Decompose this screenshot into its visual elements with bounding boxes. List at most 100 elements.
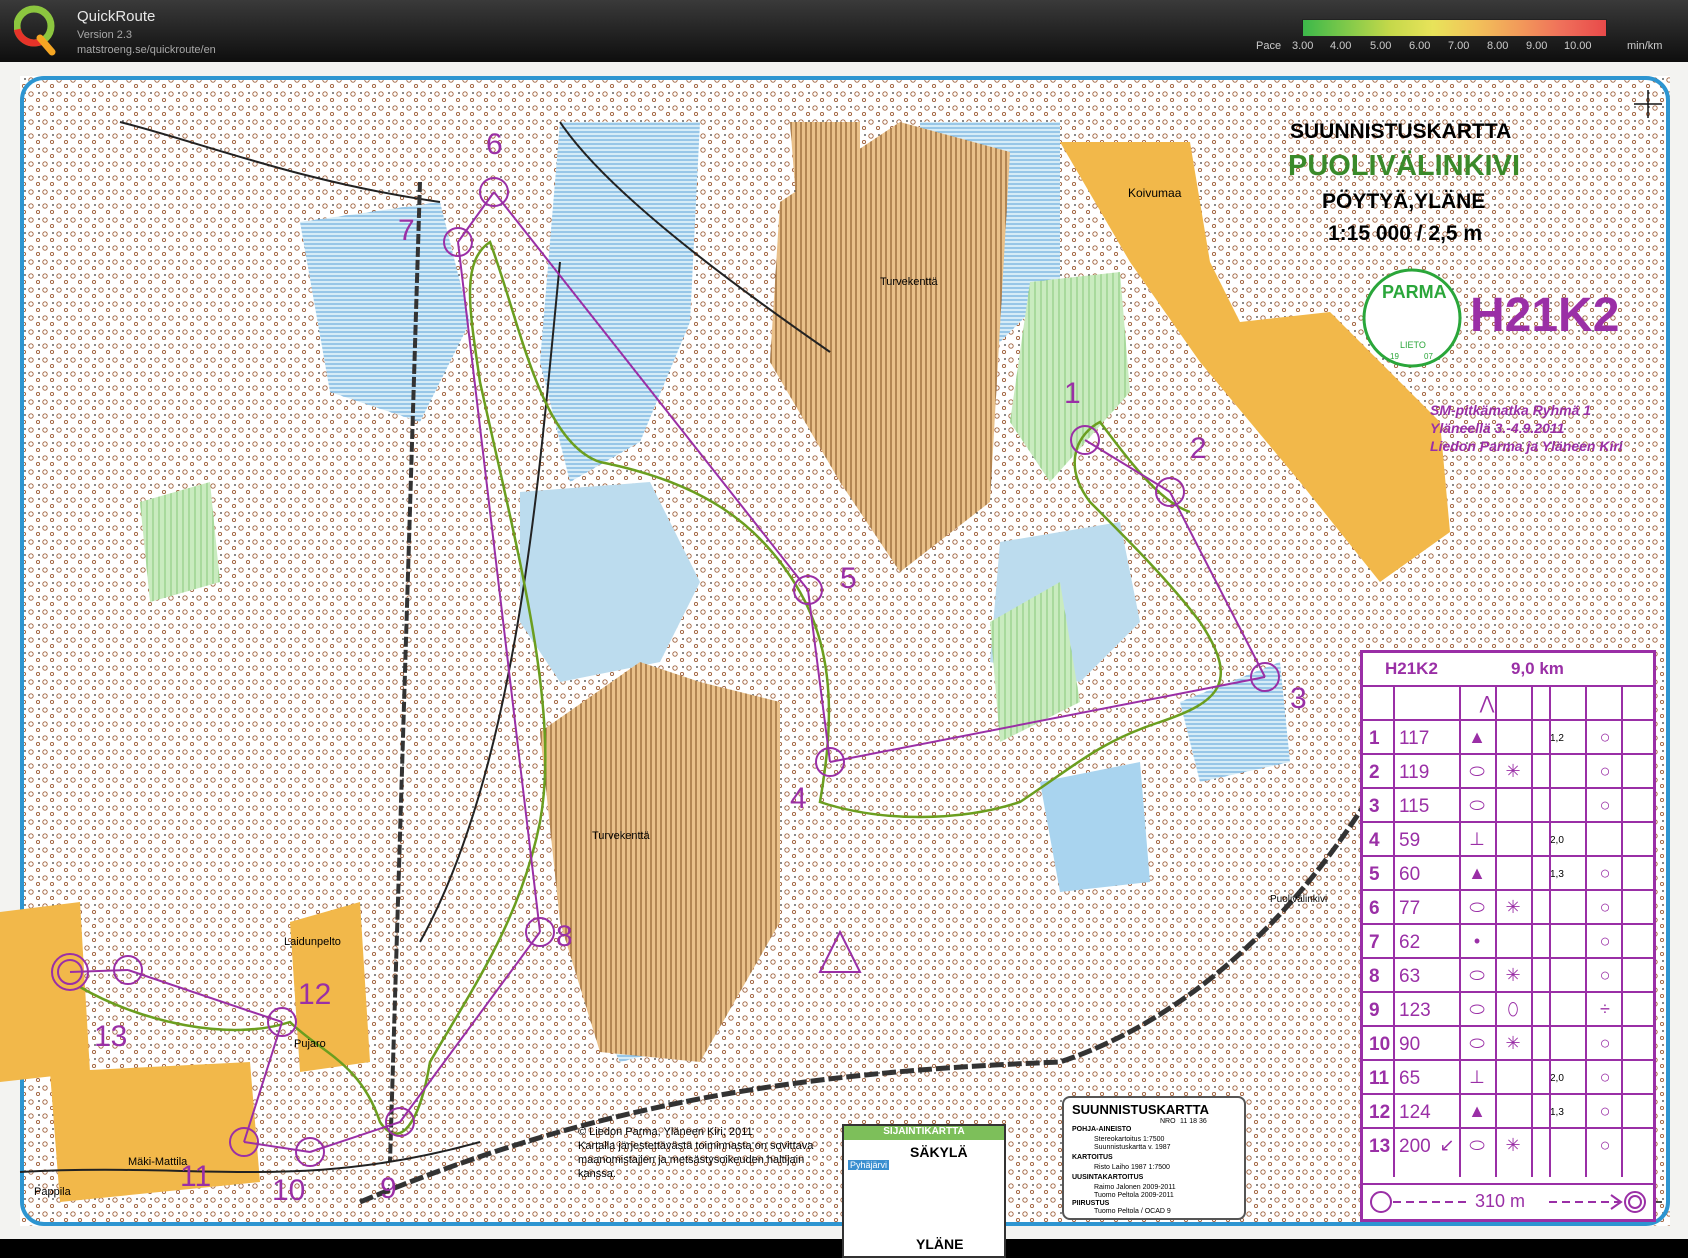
- location-symbol-icon: ○: [1599, 795, 1611, 815]
- legend-value: Suunnistuskartta v. 1987: [1094, 1144, 1171, 1151]
- control-code: 62: [1399, 932, 1421, 953]
- event-line3: Liedon Parma ja Yläneen Kiri: [1430, 438, 1623, 454]
- description-row: 6 77 ⬭ ✳ ○: [1363, 889, 1653, 925]
- pace-tick: 9.00: [1526, 40, 1548, 52]
- locator-town: SÄKYLÄ: [910, 1144, 968, 1160]
- map-name: PUOLIVÄLINKIVI: [1288, 150, 1521, 182]
- control-number: 13: [1369, 1136, 1391, 1157]
- description-row: 8 63 ⬭ ✳ ○: [1363, 957, 1653, 993]
- grid-line: [1393, 687, 1395, 1177]
- control-number: 12: [1369, 1102, 1391, 1123]
- control-code: 60: [1399, 864, 1421, 885]
- locator-title: SIJAINTIKARTTA: [844, 1126, 1004, 1140]
- event-line2: Yläneellä 3.-4.9.2011: [1430, 420, 1565, 436]
- control-number: 10: [1369, 1034, 1391, 1055]
- pace-tick: 4.00: [1330, 40, 1352, 52]
- control-label: 2: [1190, 432, 1207, 465]
- locator-town: YLÄNE: [916, 1236, 964, 1252]
- pace-tick: 7.00: [1448, 40, 1470, 52]
- control-label: 3: [1290, 682, 1307, 715]
- description-row: 5 60 ▲ 1,3 ○: [1363, 855, 1653, 891]
- control-code: 117: [1399, 728, 1430, 749]
- app-header: QuickRoute Version 2.3 matstroeng.se/qui…: [0, 0, 1688, 62]
- control-label: 13: [94, 1020, 128, 1053]
- description-course: H21K2: [1385, 659, 1438, 678]
- control-code: 90: [1399, 1034, 1421, 1055]
- control-number: 4: [1369, 830, 1380, 851]
- appearance-symbol-icon: ⬯: [1507, 999, 1519, 1019]
- feature-symbol-icon: ⬭: [1469, 795, 1485, 815]
- grid-line: [1495, 687, 1497, 1177]
- legend-value: Tuomo Peltola 2009-2011: [1094, 1192, 1174, 1199]
- copyright-line: maanomistajien ja metsästysoikeuden halt…: [578, 1154, 805, 1166]
- app-url-link[interactable]: matstroeng.se/quickroute/en: [77, 44, 216, 56]
- location-symbol-icon: ○: [1599, 1135, 1611, 1155]
- copyright-line: © Liedon Parma, Yläneen Kiri, 2011: [578, 1126, 753, 1138]
- feature-symbol-icon: ▲: [1468, 727, 1486, 747]
- control-label: 1: [1064, 377, 1081, 410]
- copyright-line: Kartalla järjestettävästä toiminnasta on…: [578, 1140, 814, 1152]
- control-label: 5: [840, 562, 857, 595]
- feature-symbol-icon: ⊥: [1469, 829, 1485, 849]
- dimension: 1,3: [1550, 1107, 1564, 1118]
- place-name: Laidunpelto: [284, 936, 341, 948]
- place-name: Pujaro: [294, 1038, 326, 1050]
- legend-nro: 11 18 36: [1180, 1118, 1207, 1125]
- appearance-symbol-icon: ✳: [1505, 897, 1521, 917]
- feature-symbol-icon: ⬭: [1469, 1033, 1485, 1053]
- control-number: 2: [1369, 762, 1380, 783]
- description-finish-row: 310 m: [1363, 1183, 1653, 1219]
- feature-symbol-icon: ▲: [1468, 863, 1486, 883]
- description-row: 10 90 ⬭ ✳ ○: [1363, 1025, 1653, 1061]
- control-number: 8: [1369, 966, 1380, 987]
- legend-value: Tuomo Peltola / OCAD 9: [1094, 1208, 1171, 1215]
- orienteering-map[interactable]: 1 2 3 4 5 6 7 8 9 10 11 12 13 Koivumaa T…: [0, 62, 1688, 1258]
- pace-tick: 6.00: [1409, 40, 1431, 52]
- legend-label: POHJA-AINEISTO: [1072, 1126, 1132, 1133]
- control-code: 200: [1399, 1136, 1431, 1157]
- control-number: 7: [1369, 932, 1380, 953]
- location-symbol-icon: ○: [1599, 1067, 1611, 1087]
- control-code: 123: [1399, 1000, 1431, 1021]
- place-name: Puolivälinkivi: [1270, 894, 1328, 905]
- description-row: 12 124 ▲ 1,3 ○: [1363, 1093, 1653, 1129]
- appearance-symbol-icon: ✳: [1505, 1033, 1521, 1053]
- description-row: 3 115 ⬭ ○: [1363, 787, 1653, 823]
- grid-line: [1621, 687, 1623, 1177]
- control-label: 7: [398, 214, 415, 247]
- dimension: 1,2: [1550, 733, 1564, 744]
- description-row: 2 119 ⬭ ✳ ○: [1363, 753, 1653, 789]
- location-symbol-icon: ○: [1599, 965, 1611, 985]
- club-logo-town: LIETO: [1400, 340, 1426, 350]
- control-number: 11: [1369, 1068, 1390, 1089]
- control-number: 9: [1369, 1000, 1380, 1021]
- description-row: 4 59 ⊥ 2,0: [1363, 821, 1653, 857]
- dimension: 2,0: [1550, 835, 1564, 846]
- legend-label: PIIRUSTUS: [1072, 1200, 1110, 1207]
- control-code: 77: [1399, 898, 1421, 919]
- description-length: 9,0 km: [1511, 659, 1564, 678]
- control-code: 119: [1399, 762, 1430, 783]
- pace-tick: 5.00: [1370, 40, 1392, 52]
- location-symbol-icon: ○: [1599, 897, 1611, 917]
- location-symbol-icon: ○: [1599, 727, 1611, 747]
- pace-color-scale: [1302, 19, 1607, 37]
- app-title: QuickRoute: [77, 8, 156, 25]
- pace-unit: min/km: [1627, 40, 1663, 52]
- appearance-symbol-icon: ✳: [1505, 761, 1521, 781]
- control-label: 10: [272, 1174, 306, 1207]
- legend-value: Risto Laiho 1987 1:7500: [1094, 1164, 1170, 1171]
- map-title-line1: SUUNNISTUSKARTTA: [1290, 120, 1512, 143]
- description-row: 1 117 ▲ 1,2 ○: [1363, 719, 1653, 755]
- control-code: 63: [1399, 966, 1421, 987]
- control-number: 6: [1369, 898, 1380, 919]
- feature-symbol-icon: ⬭: [1469, 999, 1485, 1019]
- grid-line: [1531, 687, 1533, 1177]
- quickroute-logo-icon: [14, 5, 56, 56]
- pace-tick: 8.00: [1487, 40, 1509, 52]
- description-start-row: ⋀: [1363, 685, 1653, 721]
- appearance-symbol-icon: ✳: [1505, 1135, 1521, 1155]
- arrow-symbol-icon: ↙: [1439, 1135, 1455, 1155]
- control-code: 59: [1399, 830, 1421, 851]
- feature-symbol-icon: ⊥: [1469, 1067, 1485, 1087]
